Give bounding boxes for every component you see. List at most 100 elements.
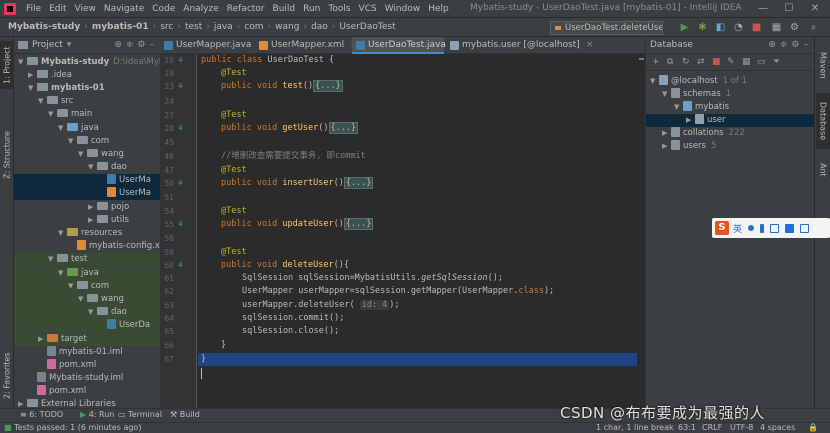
run-test-gutter-icon[interactable]: ⚘ — [177, 82, 186, 91]
ime-language-label[interactable]: 英 — [733, 222, 742, 235]
table-icon[interactable]: ▦ — [742, 57, 751, 67]
tab-usermapper-xml[interactable]: UserMapper.xml× — [255, 37, 358, 54]
db-tree-item[interactable]: ▶ users 5 — [646, 140, 814, 153]
debug-icon[interactable]: ✱ — [697, 22, 708, 33]
tree-item[interactable]: ▼ wang — [14, 293, 160, 306]
tab-mybatis-user[interactable]: mybatis.user [@localhost] × — [446, 37, 593, 54]
folded-block[interactable]: {...} — [328, 122, 359, 134]
panel-actions[interactable]: ⊕≑⚙– — [114, 40, 158, 50]
copy-icon[interactable]: ⧉ — [667, 57, 673, 67]
folded-block[interactable]: {...} — [343, 218, 374, 230]
tree-item[interactable]: pom.xml — [14, 359, 160, 372]
settings-icon[interactable]: ⚙ — [789, 22, 800, 33]
chevron-down-icon[interactable]: ▼ — [38, 95, 47, 108]
breadcrumb-item[interactable]: Mybatis-study — [6, 22, 82, 32]
menu-view[interactable]: View — [71, 4, 100, 14]
edit-icon[interactable]: ✎ — [727, 57, 735, 67]
run-test-gutter-icon[interactable]: ⚘ — [177, 179, 186, 188]
db-tree-item[interactable]: ▼ mybatis — [646, 101, 814, 114]
tree-item[interactable]: mybatis-01.iml — [14, 346, 160, 359]
tree-item[interactable]: mybatis-config.xr — [14, 240, 160, 253]
lock-icon[interactable]: 🔒 — [808, 423, 818, 433]
code-editor[interactable]: public class UserDaoTest { @Test public … — [198, 54, 645, 408]
run-icon[interactable]: ▶ — [679, 22, 690, 33]
chevron-down-icon[interactable]: ▼ — [48, 108, 57, 121]
chevron-right-icon[interactable]: ▶ — [18, 398, 27, 408]
toolbox-icon[interactable] — [800, 223, 810, 233]
ant-tool-tab[interactable]: Ant — [816, 155, 830, 185]
chevron-down-icon[interactable]: ▼ — [88, 306, 97, 319]
chevron-down-icon[interactable]: ▼ — [48, 253, 57, 266]
close-tab-icon[interactable]: × — [586, 40, 594, 50]
line-separator[interactable]: CRLF — [702, 423, 722, 433]
run-test-gutter-icon[interactable]: ⚘ — [177, 56, 186, 65]
chevron-down-icon[interactable]: ▼ — [68, 280, 77, 293]
menu-help[interactable]: Help — [424, 4, 453, 14]
tree-item[interactable]: ▼ dao — [14, 306, 160, 319]
console-icon[interactable]: ▭ — [757, 57, 766, 67]
minimize-button[interactable]: — — [750, 1, 776, 16]
favorites-tool-tab[interactable]: 2: Favorites — [0, 349, 14, 403]
tab-userdaotest-java[interactable]: UserDaoTest.java× — [352, 37, 459, 54]
tree-item[interactable]: ▼ src — [14, 95, 160, 108]
tree-item[interactable]: UserDa — [14, 319, 160, 332]
profile-icon[interactable]: ◔ — [733, 22, 744, 33]
chevron-right-icon[interactable]: ▶ — [38, 333, 47, 346]
menu-edit[interactable]: Edit — [45, 4, 70, 14]
tree-item[interactable]: ▶ .idea — [14, 69, 160, 82]
run-test-gutter-icon[interactable]: ⚘ — [177, 124, 186, 133]
breadcrumb-item[interactable]: test — [183, 22, 204, 32]
structure-tool-tab[interactable]: Z: Structure — [0, 127, 14, 183]
add-icon[interactable]: + — [652, 57, 660, 67]
chevron-right-icon[interactable]: ▶ — [686, 114, 695, 127]
menu-analyze[interactable]: Analyze — [179, 4, 222, 14]
run-test-gutter-icon[interactable]: ⚘ — [177, 261, 186, 270]
chevron-down-icon[interactable]: ▼ — [88, 161, 97, 174]
keyboard-icon[interactable] — [770, 223, 780, 233]
menu-build[interactable]: Build — [269, 4, 300, 14]
menu-refactor[interactable]: Refactor — [223, 4, 269, 14]
chevron-down-icon[interactable]: ▼ — [674, 101, 683, 114]
chevron-down-icon[interactable]: ▼ — [78, 293, 87, 306]
menu-tools[interactable]: Tools — [324, 4, 354, 14]
filter-icon[interactable]: ⏷ — [773, 57, 780, 67]
breadcrumb-item[interactable]: src — [158, 22, 175, 32]
chevron-down-icon[interactable]: ▼ — [58, 267, 67, 280]
tree-item[interactable]: ▶ External Libraries — [14, 398, 160, 408]
tree-item[interactable]: ▼ dao — [14, 161, 160, 174]
tree-item[interactable]: UserMa — [14, 187, 160, 200]
breadcrumb-item[interactable]: com — [242, 22, 265, 32]
tree-item[interactable]: ▼ Mybatis-studyD:\idea\MybatisSt — [14, 56, 160, 69]
terminal-tool-tab[interactable]: ▭ Terminal — [118, 410, 162, 419]
run-config-select[interactable]: UserDaoTest.deleteUser — [550, 21, 663, 35]
database-tool-tab[interactable]: Database — [816, 93, 830, 149]
tree-item[interactable]: ▼ java — [14, 122, 160, 135]
tree-item[interactable]: ▶ target — [14, 333, 160, 346]
ime-toolbar[interactable]: S 英 — [712, 218, 830, 238]
project-structure-icon[interactable]: ▦ — [771, 22, 782, 33]
menu-navigate[interactable]: Navigate — [100, 4, 148, 14]
maven-tool-tab[interactable]: Maven — [816, 45, 830, 85]
breadcrumb-item[interactable]: java — [212, 22, 235, 32]
stop-icon[interactable]: ■ — [712, 57, 721, 67]
tree-item[interactable]: pom.xml — [14, 385, 160, 398]
tree-item[interactable]: ▼ main — [14, 108, 160, 121]
chevron-down-icon[interactable]: ▼ — [18, 56, 27, 69]
menu-window[interactable]: Window — [381, 4, 425, 14]
tree-item[interactable]: ▼ com — [14, 135, 160, 148]
chevron-down-icon[interactable]: ▼ — [650, 75, 659, 88]
stop-icon[interactable]: ■ — [751, 22, 762, 33]
tree-item[interactable]: Mybatis-study.iml — [14, 372, 160, 385]
db-tree-item[interactable]: ▼ @localhost 1 of 1 — [646, 75, 814, 88]
chevron-right-icon[interactable]: ▶ — [88, 214, 97, 227]
tree-item[interactable]: ▼ java — [14, 267, 160, 280]
tree-item[interactable]: ▶ utils — [14, 214, 160, 227]
tree-item[interactable]: ▼ mybatis-01 — [14, 82, 160, 95]
tree-item[interactable]: ▶ pojo — [14, 201, 160, 214]
microphone-icon[interactable] — [760, 223, 765, 233]
chevron-down-icon[interactable]: ▼ — [58, 122, 67, 135]
folded-block[interactable]: {...} — [313, 80, 343, 92]
tab-usermapper-java[interactable]: UserMapper.java× — [160, 37, 265, 54]
file-encoding[interactable]: UTF-8 — [730, 423, 753, 433]
breadcrumb-item[interactable]: dao — [309, 22, 330, 32]
